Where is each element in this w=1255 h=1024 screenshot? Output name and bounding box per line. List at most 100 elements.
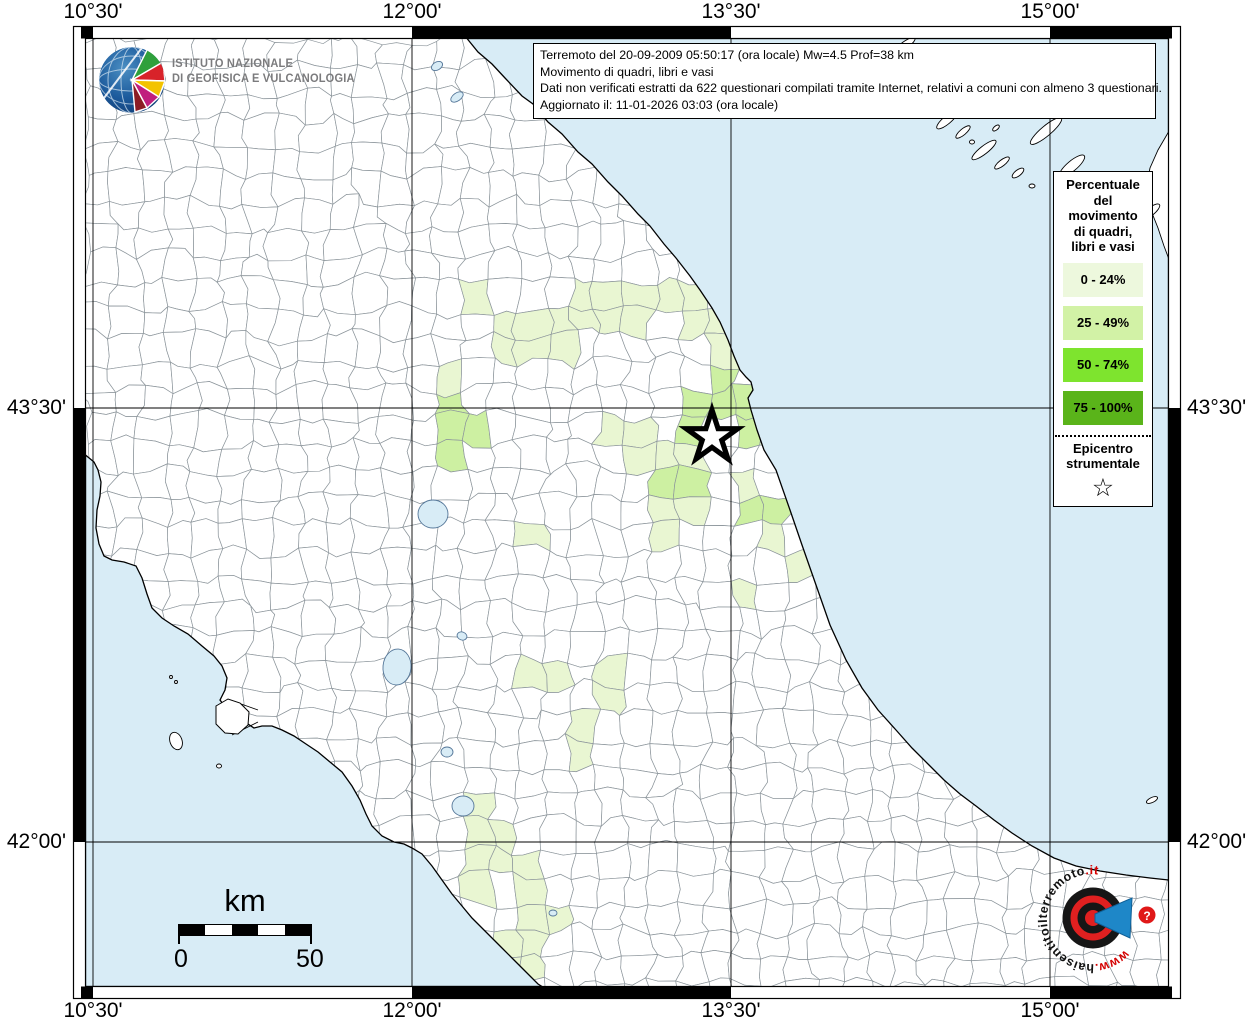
frame-seg: [412, 26, 731, 39]
municipality-cell: [350, 657, 389, 693]
lon-label-bottom-2: 12°00': [382, 999, 442, 1022]
island: [169, 675, 173, 679]
frame-seg: [73, 408, 86, 842]
lat-label-right-2: 42°00': [1187, 830, 1247, 853]
municipality-cell: [354, 467, 385, 497]
municipality-cell: [193, 408, 229, 453]
municipality-cell: [169, 410, 199, 449]
legend-class-25-49: 25 - 49%: [1063, 305, 1143, 340]
island: [1028, 183, 1036, 189]
municipality-cell: [217, 518, 248, 550]
municipality-cell: [649, 656, 678, 686]
municipality-cell: [646, 681, 683, 715]
municipality-cell: [302, 284, 325, 318]
legend-title-line: libri e vasi: [1071, 239, 1135, 254]
municipality-cell: [570, 852, 600, 881]
scale-segment: [179, 925, 206, 935]
scale-segment: [231, 925, 259, 935]
municipality-cell: [508, 119, 547, 150]
event-data-note: Dati non verificati estratti da 622 ques…: [540, 81, 1162, 96]
municipality-cell: [702, 548, 733, 583]
frame-seg: [1050, 986, 1172, 999]
lat-label-left-2: 42°00': [6, 830, 66, 853]
municipality-cell: [568, 875, 600, 909]
municipality-cell: [699, 606, 744, 632]
legend-title-line: Percentuale: [1066, 177, 1140, 192]
lat-label-right-1: 43°30': [1187, 396, 1247, 419]
scale-segment: [258, 925, 285, 935]
municipality-cell: [192, 225, 227, 262]
municipality-cell: [619, 708, 654, 748]
municipality-cell: [517, 740, 548, 776]
ingv-logo: ISTITUTO NAZIONALE DI GEOFISICA E VULCAN…: [96, 42, 396, 118]
island: [969, 139, 975, 145]
logo-url-prefix: www.: [1094, 947, 1133, 975]
epicenter-star-icon: ☆: [1091, 473, 1115, 502]
legend-title-line: di quadri,: [1073, 223, 1133, 239]
municipality-cell: [944, 820, 978, 848]
municipality-cell: [622, 595, 659, 633]
scale-bar: km 0 50: [165, 883, 325, 974]
globe-body: [99, 47, 165, 113]
municipality-cell: [627, 843, 651, 881]
lon-label-bottom-4: 15°00': [1020, 999, 1080, 1022]
scale-bar-segments: [178, 924, 312, 944]
municipality-cell: [435, 815, 469, 852]
lake: [417, 499, 449, 529]
legend-class-0-24: 0 - 24%: [1063, 263, 1143, 297]
haisentitoilterremoto-logo: ? www.haisentitoilterremoto.it: [1036, 863, 1156, 975]
map-page: 10°30' 12°00' 13°30' 15°00' 10°30' 12°00…: [0, 0, 1255, 1024]
municipality-cell: [676, 842, 717, 877]
event-update-time: Aggiornato il: 11-01-2026 03:03 (ora loc…: [540, 97, 779, 112]
scale-tick: [178, 935, 180, 944]
scale-tick: [310, 935, 312, 944]
scale-unit-label: km: [224, 883, 266, 918]
scale-numbers: 0 50: [165, 945, 325, 973]
municipality-cell: [323, 328, 359, 368]
scale-max-label: 50: [296, 945, 324, 973]
municipality-cell: [588, 280, 624, 312]
legend-box: Percentuale del movimento di quadri, lib…: [1053, 171, 1153, 507]
ingv-name: ISTITUTO NAZIONALE DI GEOFISICA E VULCAN…: [172, 57, 355, 87]
lake: [451, 795, 475, 817]
municipality-cell: [539, 813, 577, 856]
lon-label-bottom-3: 13°30': [701, 999, 761, 1022]
municipality-cell: [644, 901, 681, 936]
scale-segment: [284, 925, 312, 935]
municipality-cell: [727, 820, 766, 852]
municipality-cell: [407, 711, 445, 746]
lat-label-left-1: 43°30': [6, 396, 66, 419]
legend-divider: [1055, 434, 1151, 437]
lake: [548, 909, 558, 917]
municipality-cell: [351, 141, 385, 172]
lon-label-top-2: 12°00': [382, 0, 442, 23]
municipality-cell: [493, 907, 519, 933]
scale-segment: [205, 925, 232, 935]
island: [216, 763, 222, 769]
municipality-cell: [623, 875, 649, 909]
event-title: Terremoto del 20-09-2009 05:50:17 (ora l…: [540, 48, 914, 62]
municipality-cell: [645, 870, 681, 907]
lon-label-top-1: 10°30': [63, 0, 123, 23]
municipality-cell: [671, 709, 714, 747]
island: [174, 680, 178, 684]
municipality-cell: [591, 257, 623, 283]
municipality-cell: [293, 360, 329, 385]
municipality-cell: [589, 742, 625, 769]
municipality-cell: [107, 167, 146, 206]
municipality-cell: [517, 250, 553, 282]
scale-min-label: 0: [174, 945, 188, 973]
frame-seg: [81, 986, 93, 999]
lon-label-top-4: 15°00': [1020, 0, 1080, 23]
frame-seg: [412, 986, 731, 999]
logo-url-tld: .it: [1085, 863, 1100, 877]
ingv-globe-icon: [99, 47, 165, 113]
legend-title-line: del: [1093, 192, 1113, 208]
frame-seg: [1050, 26, 1172, 39]
legend-title-line: movimento: [1068, 208, 1138, 223]
municipality-cell: [756, 933, 790, 960]
question-mark: ?: [1143, 909, 1150, 923]
municipality-cell: [923, 898, 948, 936]
municipality-cell: [167, 520, 193, 559]
municipality-cell: [592, 763, 624, 791]
